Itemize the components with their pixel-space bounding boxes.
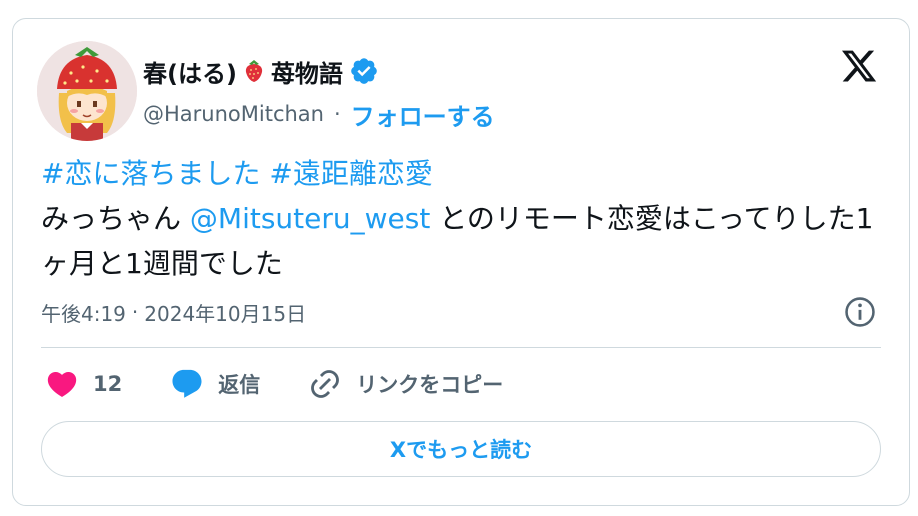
author-handle-row: @HarunoMitchan · フォローする	[143, 97, 495, 132]
author-name-row: 春(はる) 苺物語	[143, 53, 379, 89]
display-name-suffix[interactable]: 苺物語	[271, 54, 343, 89]
tweet-text-segment: みっちゃん	[41, 202, 190, 235]
follow-button[interactable]: フォローする	[351, 97, 495, 132]
reply-button[interactable]: 返信	[170, 367, 260, 401]
info-icon[interactable]	[843, 295, 877, 329]
speech-bubble-icon	[172, 369, 202, 398]
reply-label: 返信	[218, 373, 261, 397]
like-button[interactable]: 12	[45, 367, 122, 401]
timestamp[interactable]: 午後4:19 · 2024年10月15日	[41, 297, 306, 327]
mention-link[interactable]: @Mitsuteru_west	[190, 202, 430, 235]
avatar[interactable]	[37, 41, 137, 141]
verified-badge-icon	[349, 56, 379, 86]
divider	[41, 347, 881, 348]
display-name[interactable]: 春(はる)	[143, 54, 237, 89]
hashtag-link[interactable]: #恋に落ちました	[41, 157, 260, 190]
link-icon	[311, 370, 340, 398]
read-more-button[interactable]: Xでもっと読む	[41, 421, 881, 477]
tweet-date: 2024年10月15日	[144, 301, 307, 326]
x-logo-icon[interactable]	[839, 47, 879, 85]
hashtag-link[interactable]: #遠距離恋愛	[269, 157, 432, 190]
author-handle[interactable]: @HarunoMitchan	[143, 102, 324, 126]
strawberry-hat-girl-avatar	[37, 41, 137, 141]
hashtag-line: #恋に落ちました #遠距離恋愛	[41, 151, 891, 196]
tweet-time: 午後4:19	[41, 301, 126, 326]
copy-link-button[interactable]: リンクをコピー	[308, 367, 503, 401]
like-count: 12	[93, 372, 123, 396]
tweet-body: みっちゃん @Mitsuteru_west とのリモート恋愛はこってりした1ヶ月…	[41, 196, 891, 286]
timestamp-separator: ·	[131, 300, 139, 324]
strawberry-icon	[245, 60, 263, 82]
copy-link-label: リンクをコピー	[356, 373, 504, 397]
handle-separator: ·	[333, 102, 341, 126]
heart-icon	[47, 371, 77, 397]
tweet-actions: 12 返信 リンクをコピー	[45, 367, 551, 401]
tweet-text: #恋に落ちました #遠距離恋愛 みっちゃん @Mitsuteru_west との…	[41, 151, 891, 286]
tweet-card: 春(はる) 苺物語 @HarunoMitchan · フォローする #恋に落ちま…	[12, 18, 910, 506]
